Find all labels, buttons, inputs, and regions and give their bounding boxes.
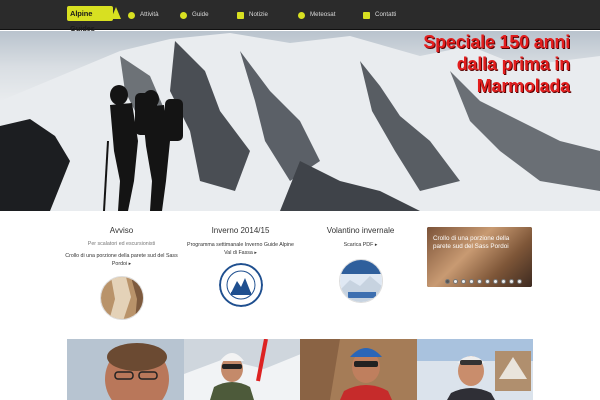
nav-label: Notizie xyxy=(249,11,268,18)
arrow-right-icon: ▸ xyxy=(374,242,378,248)
nav-label: Attività xyxy=(140,11,159,18)
hero-caption-line: dalla prima in xyxy=(456,54,570,74)
alpine-guides-logo[interactable]: Alpine Guides xyxy=(67,6,121,33)
nav-label: Guide xyxy=(192,11,209,18)
nav-item-attivita[interactable]: Attività xyxy=(128,8,159,22)
activity-icon xyxy=(128,11,135,19)
slider-dot[interactable] xyxy=(477,279,482,284)
hero-caption-line: Marmolada xyxy=(476,76,570,96)
guide-association-badge-icon[interactable] xyxy=(218,263,263,307)
mail-icon xyxy=(363,11,370,19)
nav-item-meteosat[interactable]: Meteosat xyxy=(298,8,335,22)
column-title: Inverno 2014/15 xyxy=(211,226,270,235)
column-link[interactable]: Scarica PDF ▸ xyxy=(303,241,418,249)
column-title: Volantino invernale xyxy=(326,226,395,235)
column-link-text: Scarica PDF xyxy=(343,242,374,248)
nav-item-guide[interactable]: Guide xyxy=(180,8,209,22)
hero-caption[interactable]: Speciale 150 anni dalla prima in Marmola… xyxy=(423,31,570,97)
nav-item-notizie[interactable]: Notizie xyxy=(237,8,268,22)
arrow-right-icon: ▸ xyxy=(128,261,132,267)
slider-caption: Crollo di una porzione della parete sud … xyxy=(433,235,510,250)
slider-dot[interactable] xyxy=(509,279,514,284)
news-slider[interactable]: Crollo di una porzione della parete sud … xyxy=(427,227,532,287)
arrow-right-icon: ▸ xyxy=(254,250,257,256)
news-icon xyxy=(237,11,244,19)
nav-label: Contatti xyxy=(375,11,397,18)
column-link[interactable]: Crollo di una porzione della parete sud … xyxy=(64,252,179,268)
column-link[interactable]: Programma settimanale Inverno Guide Alpi… xyxy=(183,241,298,257)
slider-dot[interactable] xyxy=(461,279,466,284)
hero-caption-line: Speciale 150 anni xyxy=(423,32,570,52)
guides-photo-strip xyxy=(67,339,533,400)
slider-dot[interactable] xyxy=(469,279,474,284)
logo-peak-icon xyxy=(111,7,121,19)
slider-dot[interactable] xyxy=(501,279,506,284)
guide-icon xyxy=(180,11,187,19)
avviso-column: Avviso Per scalatori ed escursionisti Cr… xyxy=(64,226,179,320)
slider-dot[interactable] xyxy=(453,279,458,284)
slider-dot[interactable] xyxy=(485,279,490,284)
top-nav-bar: Alpine Guides Attività Guide Notizie Met… xyxy=(0,0,600,33)
slider-dot[interactable] xyxy=(517,279,522,284)
guide-photo-1[interactable] xyxy=(67,339,184,400)
inverno-column: Inverno 2014/15 Programma settimanale In… xyxy=(183,226,298,307)
column-title: Avviso xyxy=(109,226,134,235)
hero-banner[interactable]: Speciale 150 anni dalla prima in Marmola… xyxy=(0,31,600,211)
rock-face-thumbnail[interactable] xyxy=(99,276,144,320)
globe-icon xyxy=(298,11,305,19)
guide-photo-4[interactable] xyxy=(416,339,533,400)
winter-flyer-thumbnail[interactable] xyxy=(338,259,383,303)
guide-photo-3[interactable] xyxy=(300,339,417,400)
nav-label: Meteosat xyxy=(310,11,336,18)
slider-dot[interactable] xyxy=(493,279,498,284)
guide-photo-2[interactable] xyxy=(183,339,300,400)
slider-pagination xyxy=(445,279,522,284)
logo-text: Alpine Guides xyxy=(70,9,95,33)
column-link-text: Programma settimanale Inverno Guide Alpi… xyxy=(187,242,294,256)
column-subtitle: Per scalatori ed escursionisti xyxy=(87,241,156,247)
slider-dot[interactable] xyxy=(445,279,450,284)
nav-item-contatti[interactable]: Contatti xyxy=(363,8,396,22)
column-link-text: Crollo di una porzione della parete sud … xyxy=(65,253,178,267)
volantino-column: Volantino invernale Scarica PDF ▸ xyxy=(303,226,418,303)
